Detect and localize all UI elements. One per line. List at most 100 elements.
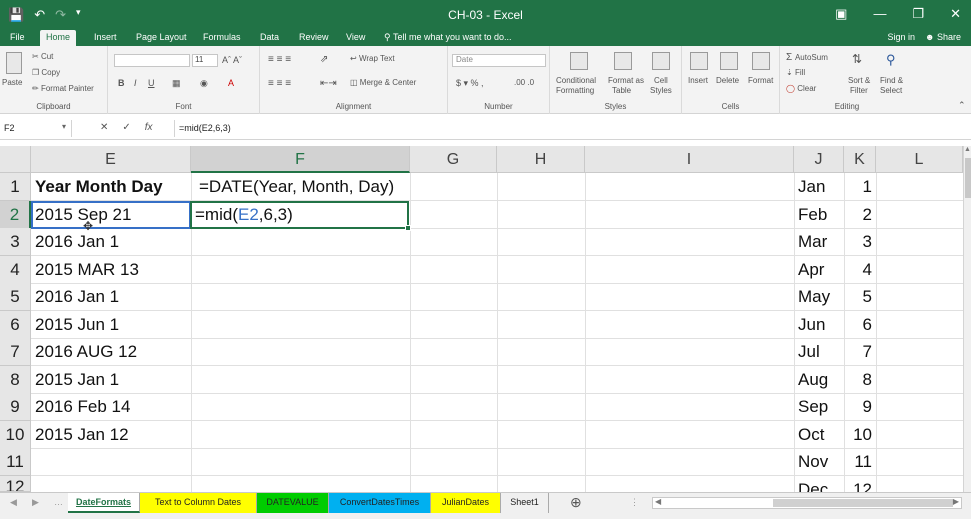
cell-j3[interactable]: Mar — [794, 228, 827, 256]
cancel-icon[interactable]: ✕ — [100, 122, 108, 133]
autosum-button[interactable]: Σ AutoSum — [786, 52, 828, 63]
sheet-tab-text-to-column-dates[interactable]: Text to Column Dates — [140, 493, 257, 513]
cell-e9[interactable]: 2016 Feb 14 — [31, 393, 130, 421]
more-sheets-icon[interactable]: … — [54, 497, 63, 507]
share-button[interactable]: ☻ Share — [925, 30, 961, 45]
tab-view[interactable]: View — [340, 30, 371, 46]
cell-k12[interactable]: 12 — [844, 476, 876, 492]
tab-file[interactable]: File — [4, 30, 31, 46]
delete-cells-icon[interactable] — [720, 52, 738, 70]
row-header[interactable]: 6 — [0, 311, 31, 339]
sheet-tab-convertdatestimes[interactable]: ConvertDatesTimes — [329, 493, 431, 513]
conditional-formatting-icon[interactable] — [570, 52, 588, 70]
column-header-l[interactable]: L — [876, 146, 963, 173]
row-header[interactable]: 4 — [0, 256, 31, 284]
format-as-table-button[interactable]: Format as — [608, 76, 644, 85]
sheet-tab-dateformats[interactable]: DateFormats — [68, 493, 140, 513]
format-painter-button[interactable]: ✏ Format Painter — [32, 84, 94, 93]
cell-f1[interactable]: =DATE(Year, Month, Day) — [195, 173, 394, 201]
decimal-icon[interactable]: .00 .0 — [514, 78, 534, 87]
paste-button[interactable]: Paste — [2, 78, 22, 87]
cell-styles-button[interactable]: Cell — [654, 76, 668, 85]
next-sheet-icon[interactable]: ▶ — [32, 497, 39, 508]
tab-split-icon[interactable]: ⋮ — [630, 497, 639, 508]
italic-button[interactable]: I — [134, 78, 137, 88]
cell-k7[interactable]: 7 — [844, 338, 876, 366]
cell-j11[interactable]: Nov — [794, 448, 828, 476]
cell-j2[interactable]: Feb — [794, 201, 827, 229]
sort-filter-button[interactable]: Sort & — [848, 76, 870, 85]
cut-button[interactable]: ✂ Cut — [32, 52, 53, 61]
cell-j9[interactable]: Sep — [794, 393, 828, 421]
currency-icon[interactable]: $ ▾ % , — [456, 78, 484, 89]
cell-k9[interactable]: 9 — [844, 393, 876, 421]
vertical-scrollbar[interactable]: ▲ — [963, 146, 971, 492]
cell-e5[interactable]: 2016 Jan 1 — [31, 283, 119, 311]
cell-j1[interactable]: Jan — [794, 173, 825, 201]
row-header[interactable]: 8 — [0, 366, 31, 394]
grow-font-icon[interactable]: Aˆ Aˇ — [222, 55, 242, 65]
column-header-k[interactable]: K — [844, 146, 876, 173]
column-header-i[interactable]: I — [585, 146, 794, 173]
cell-j12[interactable]: Dec — [794, 476, 828, 492]
cell-j4[interactable]: Apr — [794, 256, 824, 284]
enter-icon[interactable]: ✓ — [122, 122, 130, 133]
row-header[interactable]: 12 — [0, 476, 31, 492]
wrap-text-button[interactable]: ↩ Wrap Text — [350, 54, 395, 63]
find-select-button[interactable]: Find & — [880, 76, 903, 85]
sheet-tab-juliandates[interactable]: JulianDates — [431, 493, 501, 513]
merge-center-button[interactable]: ◫ Merge & Center — [350, 78, 416, 87]
format-as-table-icon[interactable] — [614, 52, 632, 70]
cell-k8[interactable]: 8 — [844, 366, 876, 394]
cell-k4[interactable]: 4 — [844, 256, 876, 284]
tab-formulas[interactable]: Formulas — [197, 30, 247, 46]
font-name-select[interactable] — [114, 54, 190, 67]
close-button[interactable]: ✕ — [950, 6, 961, 22]
cell-k6[interactable]: 6 — [844, 311, 876, 339]
cell-e1[interactable]: Year Month Day — [31, 173, 163, 201]
cell-e6[interactable]: 2015 Jun 1 — [31, 311, 119, 339]
cell-e8[interactable]: 2015 Jan 1 — [31, 366, 119, 394]
cell-j10[interactable]: Oct — [794, 421, 824, 449]
column-header-f[interactable]: F — [191, 146, 410, 173]
cell-k10[interactable]: 10 — [844, 421, 876, 449]
horizontal-scroll-thumb[interactable] — [773, 499, 953, 507]
row-header[interactable]: 1 — [0, 173, 31, 201]
tab-review[interactable]: Review — [293, 30, 335, 46]
collapse-ribbon-icon[interactable]: ⌃ — [958, 100, 966, 111]
insert-cells-icon[interactable] — [690, 52, 708, 70]
cell-j8[interactable]: Aug — [794, 366, 828, 394]
delete-cells-button[interactable]: Delete — [716, 76, 739, 85]
name-box-dropdown-icon[interactable]: ▾ — [62, 122, 66, 131]
cell-k3[interactable]: 3 — [844, 228, 876, 256]
cell-j5[interactable]: May — [794, 283, 830, 311]
tab-page-layout[interactable]: Page Layout — [130, 30, 193, 46]
column-header-e[interactable]: E — [31, 146, 191, 173]
cell-k5[interactable]: 5 — [844, 283, 876, 311]
cell-styles-icon[interactable] — [652, 52, 670, 70]
tell-me-box[interactable]: ⚲ Tell me what you want to do... — [384, 30, 512, 45]
sheet-tab-datevalue[interactable]: DATEVALUE — [257, 493, 329, 513]
row-header[interactable]: 2 — [0, 201, 31, 229]
cell-e3[interactable]: 2016 Jan 1 — [31, 228, 119, 256]
column-header-g[interactable]: G — [410, 146, 497, 173]
format-cells-icon[interactable] — [752, 52, 770, 70]
minimize-button[interactable]: — — [873, 6, 886, 22]
scroll-left-icon[interactable]: ◀ — [655, 497, 661, 506]
number-format-select[interactable]: Date — [452, 54, 546, 67]
sort-filter-icon[interactable]: ⇅ — [852, 52, 862, 66]
scroll-right-icon[interactable]: ▶ — [953, 497, 959, 506]
add-sheet-icon[interactable]: ⊕ — [570, 494, 582, 511]
cell-e10[interactable]: 2015 Jan 12 — [31, 421, 129, 449]
underline-button[interactable]: U — [148, 78, 155, 88]
indent-icon[interactable]: ⇤⇥ — [320, 78, 337, 89]
cell-j6[interactable]: Jun — [794, 311, 825, 339]
sign-in-link[interactable]: Sign in — [887, 30, 915, 45]
align-top-icon[interactable]: ≡ ≡ ≡ — [268, 54, 291, 65]
column-header-h[interactable]: H — [497, 146, 585, 173]
fill-color-icon[interactable]: ◉ — [200, 78, 208, 89]
prev-sheet-icon[interactable]: ◀ — [10, 497, 17, 508]
cell-k11[interactable]: 11 — [844, 448, 876, 476]
scroll-up-icon[interactable]: ▲ — [964, 146, 971, 153]
cell-j7[interactable]: Jul — [794, 338, 820, 366]
